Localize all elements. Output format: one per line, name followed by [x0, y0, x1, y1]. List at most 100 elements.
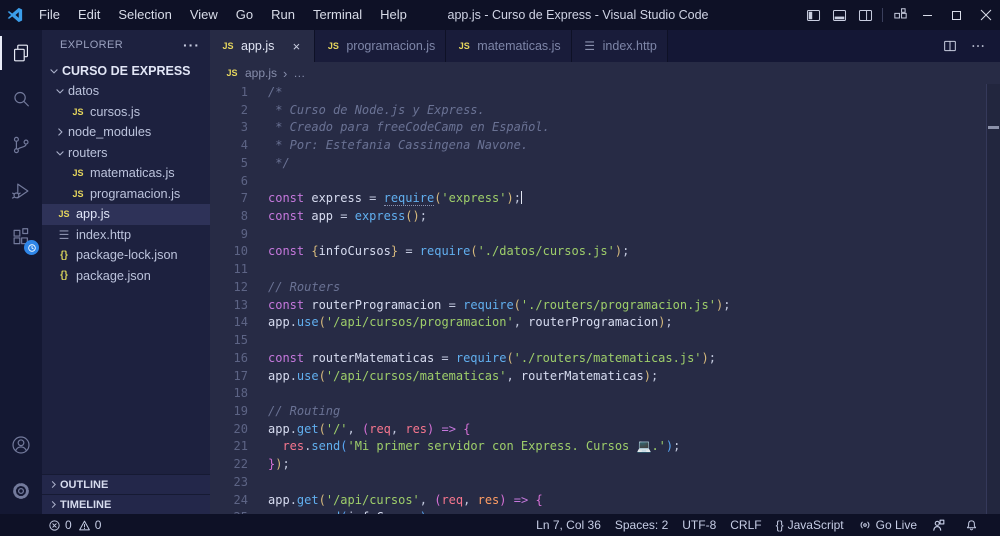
line-content: app.get('/', (req, res) => { — [268, 421, 471, 436]
code-line-11[interactable]: 11 — [210, 261, 986, 279]
status-cursor-position[interactable]: Ln 7, Col 36 — [529, 518, 608, 532]
code-editor[interactable]: 1/* 2 * Curso de Node.js y Express. 3 * Cr… — [210, 84, 986, 514]
code-line-2[interactable]: 2 * Curso de Node.js y Express. — [210, 102, 986, 120]
status-notifications[interactable] — [957, 518, 990, 533]
customize-layout-icon[interactable] — [887, 0, 913, 30]
line-content: app.get('/api/cursos', (req, res) => { — [268, 492, 543, 507]
file-matematicas.js[interactable]: JS matematicas.js — [42, 163, 210, 184]
titlebar-divider — [882, 8, 883, 22]
menu-edit[interactable]: Edit — [69, 0, 109, 30]
line-content: // Routers — [268, 279, 341, 294]
code-line-17[interactable]: 17 app.use('/api/cursos/matematicas', rou… — [210, 368, 986, 386]
code-line-19[interactable]: 19 // Routing — [210, 403, 986, 421]
line-number: 9 — [240, 226, 248, 241]
activity-extensions[interactable] — [0, 214, 42, 260]
code-line-20[interactable]: 20 app.get('/', (req, res) => { — [210, 421, 986, 439]
code-line-10[interactable]: 10 const {infoCursos} = require('./datos/… — [210, 243, 986, 261]
activity-run-debug[interactable] — [0, 168, 42, 214]
menu-terminal[interactable]: Terminal — [304, 0, 371, 30]
outline-section[interactable]: OUTLINE — [42, 474, 210, 494]
menu-view[interactable]: View — [181, 0, 227, 30]
more-actions-icon[interactable] — [964, 31, 992, 61]
file-app.js[interactable]: JS app.js — [42, 204, 210, 225]
tab-index.http[interactable]: ☰ index.http — [571, 30, 668, 62]
line-number: 22 — [233, 457, 248, 472]
code-line-14[interactable]: 14 app.use('/api/cursos/programacion', ro… — [210, 314, 986, 332]
menu-run[interactable]: Run — [262, 0, 304, 30]
line-content: const routerProgramacion = require('./ro… — [268, 297, 731, 312]
status-indentation[interactable]: Spaces: 2 — [608, 518, 675, 532]
breadcrumb-file[interactable]: app.js — [245, 66, 277, 80]
timeline-section[interactable]: TIMELINE — [42, 494, 210, 514]
tab-app.js[interactable]: JS app.js × — [210, 30, 316, 62]
explorer-more-actions-icon[interactable]: ··· — [183, 37, 200, 53]
code-line-23[interactable]: 23 — [210, 474, 986, 492]
menu-file[interactable]: File — [30, 0, 69, 30]
code-line-21[interactable]: 21 res.send('Mi primer servidor con Expr… — [210, 438, 986, 456]
code-line-4[interactable]: 4 * Por: Estefania Cassingena Navone. — [210, 137, 986, 155]
workspace-root-folder[interactable]: CURSO DE EXPRESS — [42, 60, 210, 81]
file-package.json[interactable]: {} package.json — [42, 266, 210, 287]
layout-panel-bottom-icon[interactable] — [826, 0, 852, 30]
code-line-9[interactable]: 9 — [210, 226, 986, 244]
code-line-8[interactable]: 8 const app = express(); — [210, 208, 986, 226]
breadcrumb-symbol[interactable]: … — [293, 66, 305, 80]
close-button[interactable] — [971, 0, 1000, 30]
maximize-button[interactable] — [942, 0, 971, 30]
status-count: 0 — [65, 518, 72, 532]
code-line-1[interactable]: 1 /* — [210, 84, 986, 102]
status-eol[interactable]: CRLF — [723, 518, 768, 532]
title-bar: File Edit Selection View Go Run Terminal Help a… — [0, 0, 1000, 30]
status-feedback[interactable] — [924, 518, 957, 533]
code-line-18[interactable]: 18 — [210, 385, 986, 403]
code-line-22[interactable]: 22}); — [210, 456, 986, 474]
line-number: 4 — [240, 138, 248, 153]
line-number: 23 — [233, 474, 248, 489]
code-line-13[interactable]: 13 const routerProgramacion = require('./… — [210, 297, 986, 315]
status-problems-errors[interactable]: 0 — [48, 518, 72, 532]
activity-explorer[interactable] — [0, 30, 42, 76]
tab-matematicas.js[interactable]: JS matematicas.js — [446, 30, 572, 62]
code-line-15[interactable]: 15 — [210, 332, 986, 350]
status-go-live[interactable]: Go Live — [851, 518, 924, 532]
line-number: 21 — [233, 439, 248, 454]
minimize-button[interactable] — [913, 0, 942, 30]
status-encoding[interactable]: UTF-8 — [675, 518, 723, 532]
layout-sidebar-left-icon[interactable] — [800, 0, 826, 30]
code-line-6[interactable]: 6 — [210, 173, 986, 191]
code-line-3[interactable]: 3 * Creado para freeCodeCamp en Español. — [210, 119, 986, 137]
scrollbar-handle[interactable] — [988, 126, 999, 129]
code-line-16[interactable]: 16 const routerMatematicas = require('./r… — [210, 350, 986, 368]
tab-programacion.js[interactable]: JS programacion.js — [315, 30, 447, 62]
code-line-7[interactable]: 7 const express = require('express'); — [210, 190, 986, 208]
folder-routers[interactable]: routers — [42, 143, 210, 164]
status-problems-warnings[interactable]: 0 — [78, 518, 101, 532]
window-title: app.js - Curso de Express - Visual Studi… — [447, 8, 709, 22]
layout-sidebar-right-icon[interactable] — [852, 0, 878, 30]
line-content: * Curso de Node.js y Express. — [268, 102, 485, 117]
menu-selection[interactable]: Selection — [109, 0, 180, 30]
folder-node_modules[interactable]: node_modules — [42, 122, 210, 143]
breadcrumb[interactable]: JS app.js › … — [210, 62, 1000, 84]
file-index.http[interactable]: ☰ index.http — [42, 225, 210, 246]
close-tab-icon[interactable]: × — [288, 39, 304, 54]
code-line-5[interactable]: 5 */ — [210, 155, 986, 173]
search-icon — [10, 88, 32, 110]
activity-source-control[interactable] — [0, 122, 42, 168]
activity-settings[interactable] — [0, 468, 42, 514]
status-language-mode[interactable]: {} JavaScript — [769, 518, 851, 532]
menu-help[interactable]: Help — [371, 0, 416, 30]
editor-scrollbar[interactable] — [986, 84, 1000, 514]
file-package-lock.json[interactable]: {} package-lock.json — [42, 245, 210, 266]
split-editor-icon[interactable] — [936, 31, 964, 61]
line-content: const app = express(); — [268, 209, 427, 224]
activity-account[interactable] — [0, 422, 42, 468]
line-content — [248, 385, 268, 403]
folder-datos[interactable]: datos — [42, 81, 210, 102]
code-line-12[interactable]: 12 // Routers — [210, 279, 986, 297]
menu-go[interactable]: Go — [227, 0, 262, 30]
code-line-24[interactable]: 24 app.get('/api/cursos', (req, res) => { — [210, 492, 986, 510]
activity-search[interactable] — [0, 76, 42, 122]
file-cursos.js[interactable]: JS cursos.js — [42, 102, 210, 123]
file-programacion.js[interactable]: JS programacion.js — [42, 184, 210, 205]
